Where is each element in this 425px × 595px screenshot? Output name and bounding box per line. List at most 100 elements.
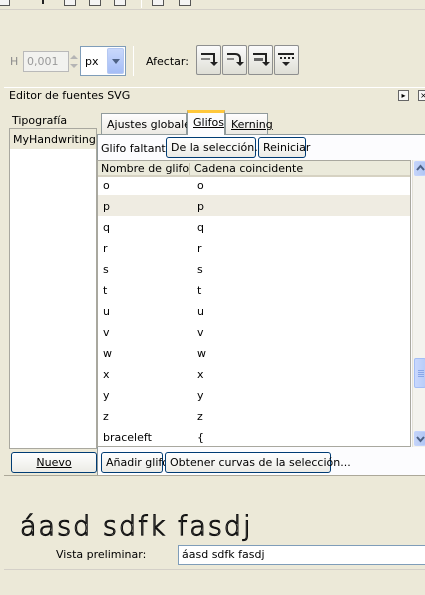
matching-string-cell[interactable]: s (197, 263, 203, 276)
tool-icon-7[interactable] (179, 0, 191, 6)
scrollbar-thumb[interactable] (414, 358, 425, 388)
preview-text-input[interactable]: áasd sdfk fasdj (178, 545, 425, 565)
glyph-name-cell[interactable]: u (103, 305, 110, 318)
tab-label: Ajustes globales (107, 118, 197, 131)
grip (418, 370, 424, 371)
top-toolbar (0, 0, 425, 10)
matching-string-cell[interactable]: t (197, 284, 201, 297)
get-curves-label: Obtener curvas de la selección... (170, 456, 351, 469)
table-row[interactable]: pp (98, 195, 410, 216)
grip (418, 376, 424, 377)
panel-menu-icon[interactable]: ▸ (398, 90, 409, 101)
table-row[interactable]: xx (98, 363, 410, 384)
from-selection-label: De la selección... (171, 141, 265, 154)
table-row[interactable]: tt (98, 279, 410, 300)
fonts-header[interactable]: Tipografía (12, 114, 67, 127)
preview-label: Vista preliminar: (56, 548, 147, 561)
text-tool-icon[interactable] (38, 0, 47, 6)
new-font-label: Nuevo (36, 456, 72, 469)
glyph-name-cell[interactable]: r (103, 242, 108, 255)
glyph-name-cell[interactable]: o (103, 179, 110, 192)
add-glyph-button[interactable]: Añadir glifo (101, 452, 169, 473)
spin-down-icon[interactable] (70, 64, 78, 68)
tool-icon-6[interactable] (152, 0, 164, 6)
table-row[interactable]: vv (98, 321, 410, 342)
matching-string-cell[interactable]: u (197, 305, 204, 318)
grip (418, 374, 424, 375)
tab-kerning[interactable]: Kerning (225, 113, 273, 134)
tab-label: Kerning (231, 118, 273, 131)
chevron-down-icon[interactable] (107, 48, 124, 74)
glyph-name-cell[interactable]: x (103, 368, 110, 381)
table-row[interactable]: braceleft { (98, 426, 410, 446)
height-spinner[interactable] (69, 51, 79, 72)
glyph-name-cell[interactable]: t (103, 284, 107, 297)
glyph-name-cell[interactable]: p (103, 200, 110, 213)
from-selection-button[interactable]: De la selección... (166, 137, 265, 158)
tab-global-settings[interactable]: Ajustes globales (101, 113, 197, 134)
preview-sample-text: áasd sdfk fasdj (20, 511, 248, 542)
matching-string-cell[interactable]: y (197, 389, 204, 402)
separator (141, 0, 142, 8)
matching-string-cell[interactable]: o (197, 179, 204, 192)
matching-string-cell[interactable]: q (197, 221, 204, 234)
tool-icon-5[interactable] (114, 0, 126, 6)
table-row[interactable]: zz (98, 405, 410, 426)
tab-label: Glifos (193, 116, 224, 129)
affect-rounded-corners-button[interactable] (222, 45, 247, 75)
close-icon[interactable]: × (418, 90, 425, 101)
glyph-name-cell[interactable]: w (103, 347, 112, 360)
glyph-name-cell[interactable]: z (103, 410, 109, 423)
affect-patterns-button[interactable] (274, 45, 299, 75)
glyph-name-cell[interactable]: v (103, 326, 110, 339)
matching-string-cell[interactable]: r (197, 242, 202, 255)
new-font-button[interactable]: Nuevo (11, 452, 97, 473)
scrollbar[interactable] (412, 160, 425, 447)
matching-string-cell[interactable]: { (197, 431, 204, 444)
height-input[interactable]: 0,001 (23, 51, 69, 72)
table-row[interactable]: rr (98, 237, 410, 258)
font-name: MyHandwriting (13, 133, 96, 146)
affect-gradients-button[interactable] (248, 45, 273, 75)
unit-value: px (85, 55, 99, 68)
tool-icon[interactable] (0, 0, 10, 6)
spin-up-icon[interactable] (70, 55, 78, 59)
table-row[interactable]: uu (98, 300, 410, 321)
h-label: H (10, 55, 19, 68)
table-row[interactable]: qq (98, 216, 410, 237)
affect-stroke-width-button[interactable] (196, 45, 221, 75)
tab-glyphs[interactable]: Glifos (187, 110, 225, 135)
tool-icon-3[interactable] (64, 0, 76, 6)
get-curves-button[interactable]: Obtener curvas de la selección... (165, 452, 351, 473)
table-row[interactable]: ss (98, 258, 410, 279)
matching-string-cell[interactable]: x (197, 368, 204, 381)
glyph-name-cell[interactable]: braceleft (103, 431, 152, 444)
font-list-item[interactable]: MyHandwriting (10, 129, 96, 149)
matching-string-cell[interactable]: p (197, 200, 204, 213)
matching-string-cell[interactable]: z (197, 410, 203, 423)
preview-sample: áasd sdfk fasdj (19, 510, 248, 542)
scroll-up-icon[interactable] (414, 161, 425, 176)
scroll-down-icon[interactable] (414, 431, 425, 446)
glyph-name-cell[interactable]: q (103, 221, 110, 234)
panel-title: Editor de fuentes SVG (9, 89, 131, 102)
matching-string-cell[interactable]: v (197, 326, 204, 339)
status-strip (4, 569, 425, 595)
table-row[interactable]: oo (98, 174, 410, 195)
glyph-name-cell[interactable]: s (103, 263, 109, 276)
tool-icon-4[interactable] (89, 0, 101, 6)
fonts-list[interactable] (9, 128, 97, 449)
affect-label: Afectar: (146, 55, 189, 68)
unit-select[interactable]: px (80, 46, 126, 76)
add-glyph-label: Añadir glifo (106, 456, 169, 469)
table-row[interactable]: ww (98, 342, 410, 363)
separator (133, 46, 134, 76)
glyph-table[interactable]: Nombre de glifo Cadena coincidente ooppq… (97, 160, 411, 447)
glyph-name-cell[interactable]: y (103, 389, 110, 402)
missing-glyph-label: Glifo faltante: (101, 142, 177, 155)
matching-string-cell[interactable]: w (197, 347, 206, 360)
reset-button[interactable]: Reiniciar (258, 137, 310, 158)
table-row[interactable]: yy (98, 384, 410, 405)
grip (418, 372, 424, 373)
reset-label: Reiniciar (263, 141, 311, 154)
